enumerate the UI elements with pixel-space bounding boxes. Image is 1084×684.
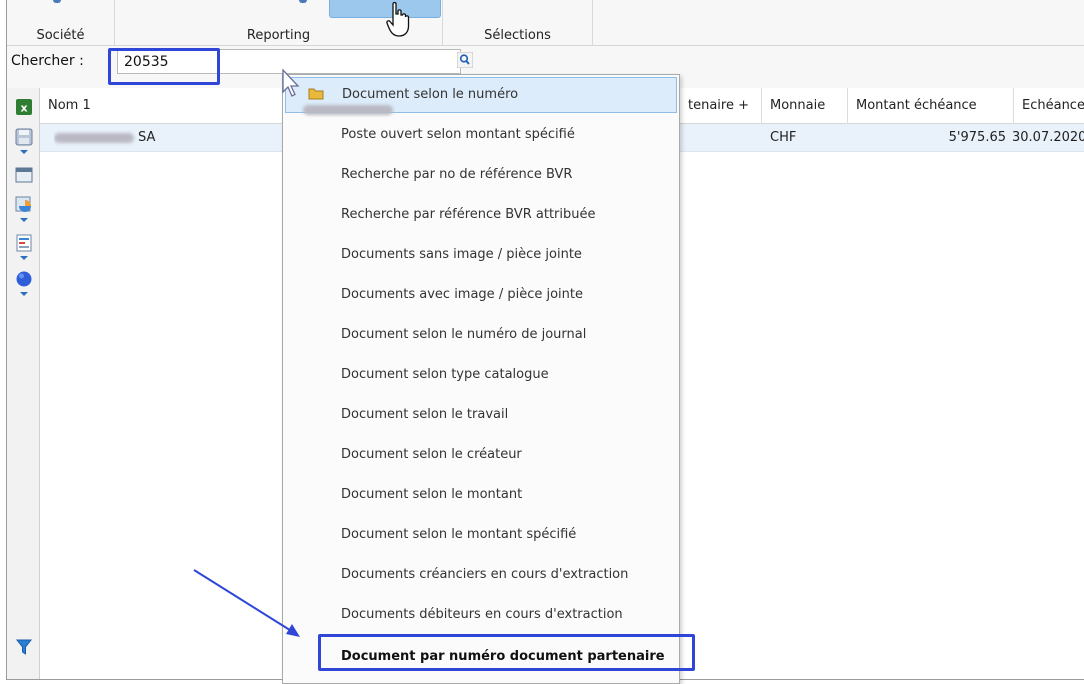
search-mode-menu: Document selon le numéro Poste ouvert se… xyxy=(282,74,680,684)
cell-name: SA xyxy=(54,124,290,152)
menu-item-travail[interactable]: Document selon le travail xyxy=(283,395,679,435)
sphere-icon[interactable] xyxy=(15,270,33,288)
menu-item-label: Document selon le numéro de journal xyxy=(341,327,587,342)
filter-icon[interactable] xyxy=(15,638,33,656)
menu-item-label: Documents avec image / pièce jointe xyxy=(341,287,583,302)
menu-item-label: Poste ouvert selon montant spécifié xyxy=(341,127,575,142)
chevron-down-icon[interactable] xyxy=(20,150,28,154)
chevron-down-icon[interactable] xyxy=(20,256,28,260)
ribbon-group-label: Société xyxy=(36,28,85,43)
menu-item-label: Documents sans image / pièce jointe xyxy=(341,247,582,262)
chevron-down-icon[interactable] xyxy=(20,292,28,296)
column-header-montant-echeance[interactable]: Montant échéance xyxy=(848,88,1014,124)
menu-item-label: Recherche par no de référence BVR xyxy=(341,167,573,182)
cell-amount: 5'975.65 xyxy=(948,130,1006,145)
report-icon[interactable] xyxy=(15,234,33,252)
cell-name-suffix: SA xyxy=(138,130,156,145)
chevron-down-icon[interactable] xyxy=(20,218,28,222)
ribbon-group-label: Reporting xyxy=(246,28,311,43)
menu-item-debiteurs-extraction[interactable]: Documents débiteurs en cours d'extractio… xyxy=(283,595,679,635)
save-icon[interactable] xyxy=(15,128,33,146)
ribbon-hovered-button[interactable] xyxy=(329,0,441,18)
window-icon[interactable] xyxy=(15,166,33,184)
menu-item-label: Document selon le travail xyxy=(341,407,509,422)
menu-item-poste-ouvert[interactable]: Poste ouvert selon montant spécifié xyxy=(283,115,679,155)
ribbon-group-selections[interactable]: Sélections xyxy=(443,0,593,46)
chart-icon[interactable] xyxy=(15,196,33,214)
menu-item-createur[interactable]: Document selon le créateur xyxy=(283,435,679,475)
left-toolbar: x xyxy=(7,88,40,679)
menu-item-numero-journal[interactable]: Document selon le numéro de journal xyxy=(283,315,679,355)
menu-item-label: Documents débiteurs en cours d'extractio… xyxy=(341,607,623,622)
menu-item-montant-specifie[interactable]: Document selon le montant spécifié xyxy=(283,515,679,555)
ribbon: Société Reporting Sélections xyxy=(7,0,1084,46)
menu-item-montant[interactable]: Document selon le montant xyxy=(283,475,679,515)
column-header-echeance[interactable]: Echéance xyxy=(1014,88,1084,124)
ribbon-group-societe[interactable]: Société xyxy=(7,0,115,46)
menu-item-label: Documents créanciers en cours d'extracti… xyxy=(341,567,629,582)
redacted-text xyxy=(54,132,134,143)
search-label: Chercher : xyxy=(11,53,84,69)
redacted-text xyxy=(303,105,393,115)
column-header-monnaie[interactable]: Monnaie xyxy=(762,88,848,124)
column-header-nom1[interactable]: Nom 1 xyxy=(40,88,290,124)
ribbon-marker xyxy=(299,0,307,3)
excel-icon[interactable]: x xyxy=(15,98,33,116)
menu-item-label: Document selon le montant xyxy=(341,487,523,502)
menu-item-label: Recherche par référence BVR attribuée xyxy=(341,207,596,222)
svg-text:x: x xyxy=(20,102,27,115)
ribbon-marker xyxy=(53,0,61,3)
cell-currency: CHF xyxy=(770,130,797,145)
column-header-partenaire[interactable]: tenaire + xyxy=(680,88,762,124)
menu-item-label: Document selon le créateur xyxy=(341,447,522,462)
annotation-highlight-menu-item xyxy=(318,634,695,671)
menu-item-label: Document selon le numéro xyxy=(342,87,519,102)
menu-item-ref-bvr-attribuee[interactable]: Recherche par référence BVR attribuée xyxy=(283,195,679,235)
menu-item-type-catalogue[interactable]: Document selon type catalogue xyxy=(283,355,679,395)
menu-item-avec-image[interactable]: Documents avec image / pièce jointe xyxy=(283,275,679,315)
folder-icon xyxy=(308,88,324,100)
ribbon-group-label: Sélections xyxy=(484,28,551,43)
search-icon[interactable] xyxy=(457,52,473,68)
menu-item-creanciers-extraction[interactable]: Documents créanciers en cours d'extracti… xyxy=(283,555,679,595)
cell-due-date: 30.07.2020 xyxy=(1012,130,1084,145)
menu-item-sans-image[interactable]: Documents sans image / pièce jointe xyxy=(283,235,679,275)
menu-item-ref-bvr[interactable]: Recherche par no de référence BVR xyxy=(283,155,679,195)
menu-item-label: Document selon type catalogue xyxy=(341,367,549,382)
menu-item-label: Document selon le montant spécifié xyxy=(341,527,577,542)
annotation-highlight-search xyxy=(108,48,220,85)
